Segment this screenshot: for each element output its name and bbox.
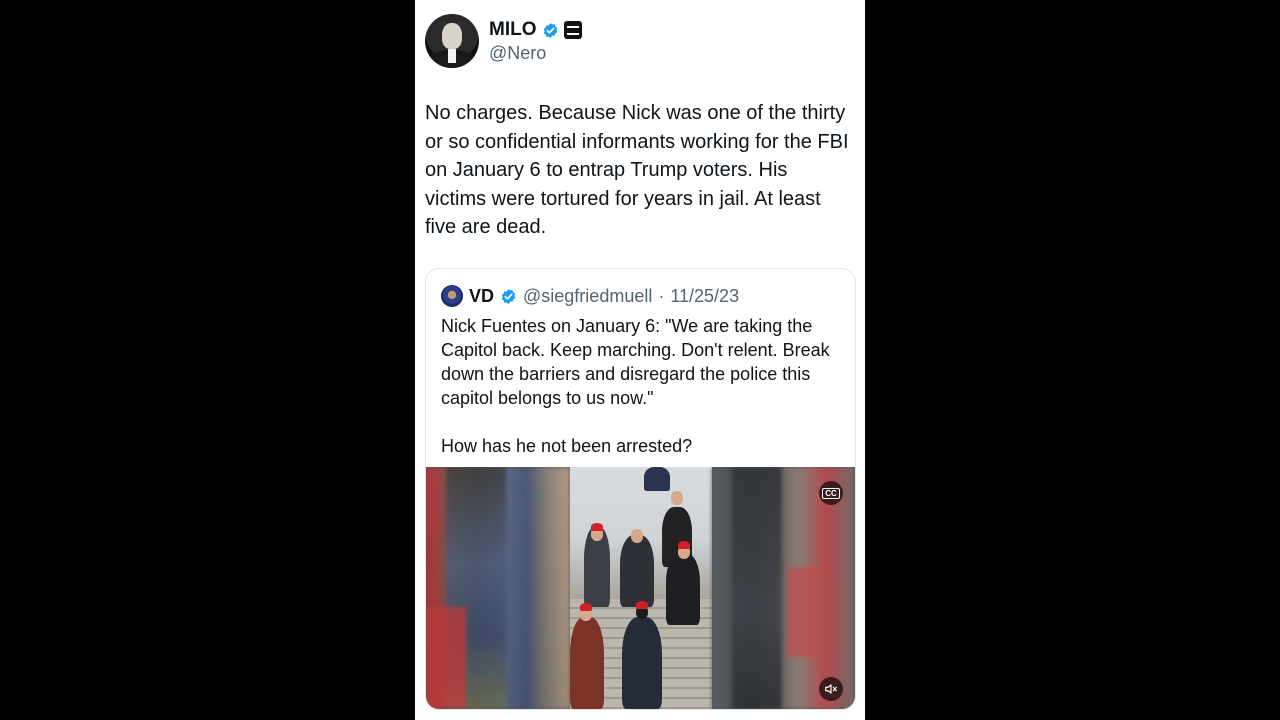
- crowd-head: [671, 491, 683, 505]
- crowd-figure: [622, 617, 662, 709]
- red-hat: [678, 541, 690, 549]
- crowd-figure: [620, 535, 654, 607]
- affiliation-badge-icon[interactable]: [563, 21, 582, 39]
- name-row: MILO: [489, 19, 582, 41]
- video-blurred-left-panel: [426, 467, 570, 709]
- tweet-card: MILO @Nero No charges. Because Nick was …: [415, 0, 865, 720]
- tweet-header: MILO @Nero: [425, 14, 582, 68]
- quoted-author-display-name[interactable]: VD: [469, 286, 494, 307]
- crowd-figure: [570, 617, 604, 709]
- crowd-head: [631, 529, 643, 543]
- quoted-author-handle[interactable]: @siegfriedmuell: [523, 286, 652, 307]
- verified-badge-icon: [543, 22, 557, 38]
- red-hat: [636, 601, 648, 609]
- author-avatar[interactable]: [425, 14, 479, 68]
- author-names: MILO @Nero: [489, 19, 582, 64]
- blur-shape: [787, 567, 817, 657]
- quoted-tweet-header: VD @siegfriedmuell · 11/25/23: [441, 285, 739, 307]
- quoted-tweet[interactable]: VD @siegfriedmuell · 11/25/23 Nick Fuent…: [425, 268, 856, 710]
- blur-shape: [732, 467, 782, 709]
- verified-badge-icon: [501, 288, 516, 304]
- red-hat: [580, 603, 592, 611]
- video-frame: MILO @Nero No charges. Because Nick was …: [0, 0, 1280, 720]
- quoted-author-avatar[interactable]: [441, 285, 463, 307]
- avatar-collar: [448, 49, 456, 63]
- speaker-muted-glyph: [825, 684, 837, 694]
- speaker-muted-icon[interactable]: [819, 677, 843, 701]
- author-handle[interactable]: @Nero: [489, 43, 582, 64]
- quoted-tweet-date[interactable]: 11/25/23: [670, 286, 739, 307]
- crowd-figure: [644, 467, 670, 491]
- author-display-name[interactable]: MILO: [489, 19, 537, 41]
- quoted-tweet-video[interactable]: CC: [426, 467, 855, 709]
- red-hat: [591, 523, 603, 531]
- separator-dot: ·: [658, 285, 665, 306]
- tweet-text: No charges. Because Nick was one of the …: [425, 102, 849, 238]
- captions-label: CC: [822, 487, 840, 499]
- quoted-tweet-text: Nick Fuentes on January 6: "We are takin…: [441, 316, 830, 456]
- video-center-scene: [570, 467, 712, 709]
- crowd-figure: [666, 553, 700, 625]
- closed-captions-icon[interactable]: CC: [819, 481, 843, 505]
- avatar-face: [442, 23, 462, 49]
- blur-shape: [426, 607, 466, 709]
